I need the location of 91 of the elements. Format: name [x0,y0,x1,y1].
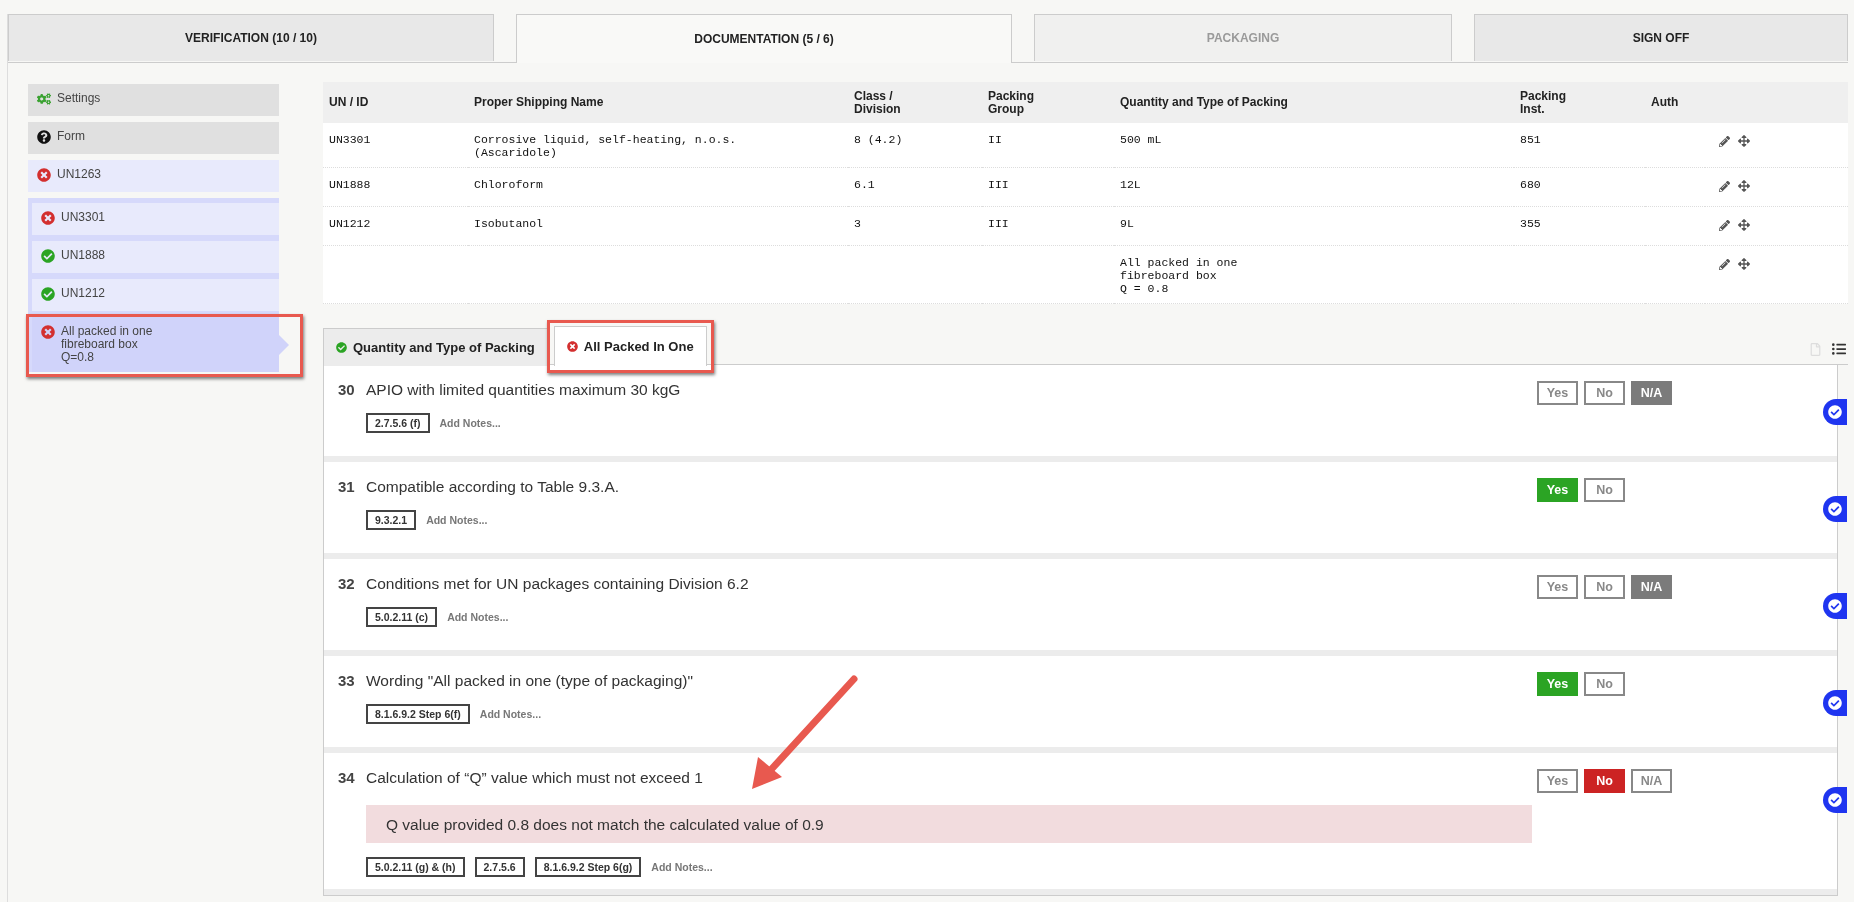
table-cell: Corrosive liquid, self-heating, n.o.s. (Ascaridole) [468,123,848,168]
table-cell: 355 [1514,206,1645,246]
question-text: Wording "All packed in one (type of packaging)" [366,672,693,690]
table-cell: III [982,206,1114,246]
answer-option[interactable]: N/A [1631,769,1672,793]
answer-option[interactable]: N/A [1631,381,1672,405]
check-icon [41,287,55,301]
answer-option[interactable]: No [1584,478,1625,502]
table-cell: 9L [1114,206,1514,246]
check-icon [41,249,55,263]
reference-tag: 9.3.2.1 [366,510,417,530]
answer-option[interactable]: Yes [1537,769,1578,793]
tab[interactable]: SIGN OFF [1474,14,1848,61]
table-cell: III [982,167,1114,207]
edit-icon[interactable] [1719,181,1730,192]
add-notes-link[interactable]: Add Notes... [479,708,542,720]
question-text: Conditions met for UN packages containing Division 6.2 [366,575,749,593]
sidebar-item[interactable]: UN3301 [32,203,279,235]
table-cell: UN1888 [323,167,468,207]
sidebar-item[interactable]: Form [28,122,279,154]
answer-option[interactable]: Yes [1537,478,1578,502]
edit-icon[interactable] [1719,136,1730,147]
check-icon [336,342,347,353]
add-notes-link[interactable]: Add Notes... [651,861,713,873]
table-cell: 3 [848,206,982,246]
table-cell: All packed in one fibreboard box Q = 0.8 [1114,245,1514,304]
question-text: Calculation of “Q” value which must not exceed 1 [366,769,703,787]
table-cell: 8 (4.2) [848,123,982,168]
table-cell: UN1212 [323,206,468,246]
column-header: Auth [1645,82,1705,123]
table-cell: 500 mL [1114,123,1514,168]
question-number: 30 [338,381,352,398]
table-cell: II [982,123,1114,168]
sidebar-item[interactable]: UN1888 [32,241,279,273]
move-icon[interactable] [1738,135,1750,147]
column-header: Packing Group [982,82,1114,123]
sidebar-item[interactable]: UN1212 [32,279,279,311]
tab[interactable]: Quantity and Type of Packing [323,328,548,366]
answer-option[interactable]: No [1584,672,1625,696]
add-notes-link[interactable]: Add Notes... [447,611,509,623]
error-icon [41,325,55,339]
reference-tag: 5.0.2.11 (g) & (h) [366,857,465,877]
reference-tag: 8.1.6.9.2 Step 6(f) [366,704,470,724]
reference-tag: 2.7.5.6 (f) [366,413,430,433]
table-cell: 851 [1514,123,1645,168]
error-icon [566,341,578,352]
column-header: Proper Shipping Name [468,82,848,123]
table-cell: 680 [1514,167,1645,207]
column-header: UN / ID [323,82,468,123]
move-icon[interactable] [1738,219,1750,231]
reference-tag: 5.0.2.11 (c) [366,607,438,627]
question-number: 33 [338,672,352,689]
question-number: 32 [338,575,352,592]
error-message: Q value provided 0.8 does not match the calculated value of 0.9 [366,805,1532,843]
sidebar-item[interactable]: Settings [28,84,279,116]
move-icon[interactable] [1738,180,1750,192]
reference-tag: 2.7.5.6 [474,857,525,877]
column-header: Quantity and Type of Packing [1114,82,1514,123]
error-icon [41,211,55,225]
table-cell: 12L [1114,167,1514,207]
column-header: Class / Division [848,82,982,123]
column-header: Packing Inst. [1514,82,1645,123]
edit-icon[interactable] [1719,259,1730,270]
add-notes-link[interactable]: Add Notes... [426,514,488,526]
list-icon[interactable] [1832,342,1846,356]
question-text: APIO with limited quantities maximum 30 kgG [366,381,681,399]
move-icon[interactable] [1738,258,1750,270]
answer-option[interactable]: Yes [1537,672,1578,696]
answer-option[interactable]: No [1584,381,1625,405]
answer-option[interactable]: N/A [1631,575,1672,599]
tab[interactable]: VERIFICATION (10 / 10) [8,14,494,61]
table-cell: Chloroform [468,167,848,207]
table-cell: Isobutanol [468,206,848,246]
error-icon [37,168,51,182]
edit-icon[interactable] [1719,220,1730,231]
help-icon [37,130,51,144]
answer-option[interactable]: Yes [1537,381,1578,405]
table-cell: UN3301 [323,123,468,168]
add-notes-link[interactable]: Add Notes... [439,417,501,429]
gears-icon [37,92,51,106]
reference-tag: 8.1.6.9.2 Step 6(g) [534,857,642,877]
tab[interactable]: All Packed In One [553,326,707,366]
answer-option[interactable]: No [1584,769,1625,793]
answer-option[interactable]: Yes [1537,575,1578,599]
selection-pointer [279,335,289,355]
tab[interactable]: DOCUMENTATION (5 / 6) [516,14,1012,63]
sidebar-item[interactable]: All packed in one fibreboard box Q=0.8 [32,317,279,372]
table-cell: 6.1 [848,167,982,207]
sidebar-item[interactable]: UN1263 [28,160,279,192]
answer-option[interactable]: No [1584,575,1625,599]
question-text: Compatible according to Table 9.3.A. [366,478,620,496]
